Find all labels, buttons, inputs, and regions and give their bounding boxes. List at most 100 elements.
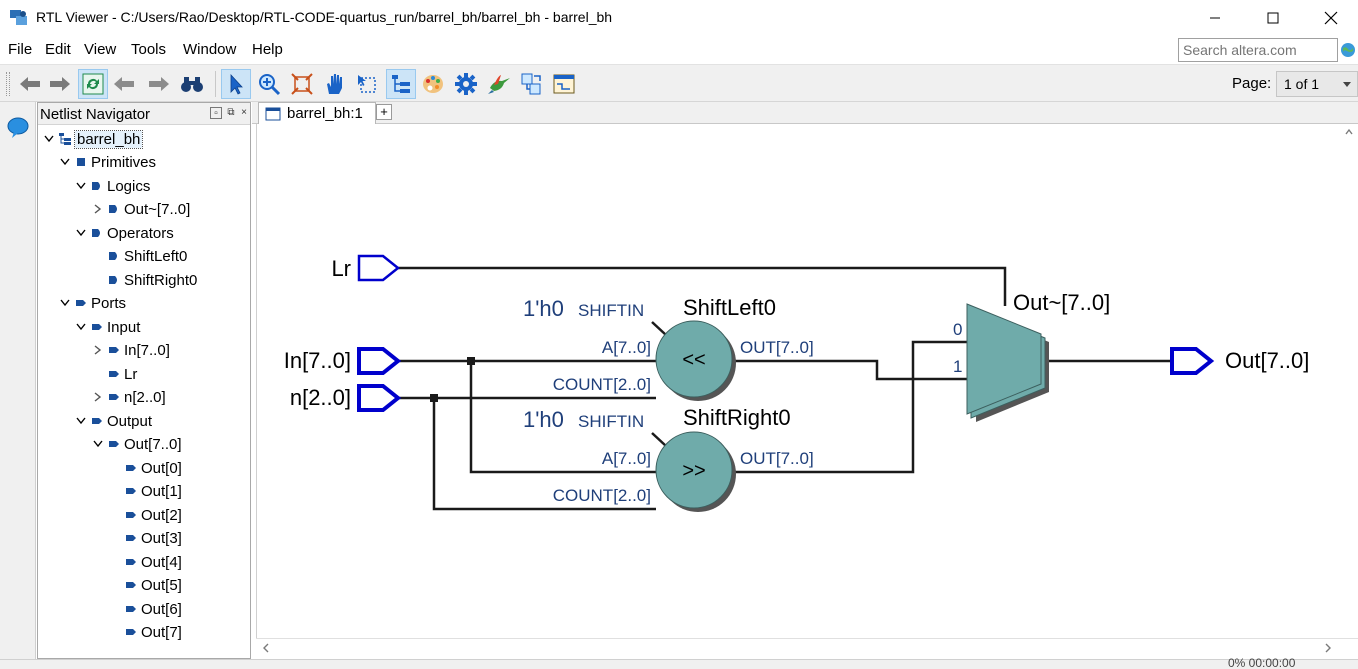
- menu-help[interactable]: Help: [252, 41, 283, 58]
- settings-button[interactable]: [451, 69, 481, 99]
- close-button[interactable]: [1308, 4, 1354, 32]
- scroll-left-icon[interactable]: [262, 643, 270, 653]
- refresh-button[interactable]: [78, 69, 108, 99]
- tree-item-ports[interactable]: Ports: [58, 292, 126, 314]
- schematic-canvas[interactable]: Lr In[7..0] n[2..0] << ShiftLeft0 1'h0 S…: [256, 124, 1340, 638]
- fit-in-window-button[interactable]: [287, 69, 317, 99]
- tree-item-label: ShiftLeft0: [124, 247, 188, 265]
- scroll-right-icon[interactable]: [1324, 643, 1332, 653]
- menu-tools[interactable]: Tools: [131, 41, 166, 58]
- chevron-down-icon[interactable]: [58, 296, 72, 310]
- search-input[interactable]: [1178, 38, 1338, 62]
- input-port-lr[interactable]: [357, 254, 401, 282]
- tree-item-shiftleft0[interactable]: ShiftLeft0: [91, 245, 187, 267]
- logic-icon: [90, 179, 104, 193]
- chevron-down-icon[interactable]: [58, 155, 72, 169]
- mux-block[interactable]: Out~[7..0] 0 1: [953, 290, 1110, 422]
- chevron-right-icon[interactable]: [91, 343, 105, 357]
- chevron-down-icon[interactable]: [74, 414, 88, 428]
- input-port-n[interactable]: [357, 384, 402, 412]
- shiftright-block[interactable]: >> ShiftRight0 1'h0 SHIFTIN A[7..0] COUN…: [523, 405, 814, 512]
- port-icon: [124, 578, 138, 592]
- output-port-out[interactable]: [1170, 347, 1215, 375]
- tree-item-shiftright0[interactable]: ShiftRight0: [91, 269, 197, 291]
- hierarchy-view-button[interactable]: [386, 69, 416, 99]
- maximize-icon: [1267, 12, 1279, 24]
- tree-item-out-bit[interactable]: Out[5]: [108, 574, 182, 596]
- mux-input-1-label: 1: [953, 357, 962, 376]
- tree-item-out-bit[interactable]: Out[4]: [108, 551, 182, 573]
- chevron-down-icon[interactable]: [42, 132, 56, 146]
- tree-item-logics[interactable]: Logics: [74, 175, 150, 197]
- add-tab-button[interactable]: +: [376, 104, 392, 120]
- find-button[interactable]: [177, 69, 207, 99]
- next-button[interactable]: [143, 69, 173, 99]
- globe-icon[interactable]: [1340, 42, 1356, 58]
- area-select-button[interactable]: [352, 69, 382, 99]
- panel-close-icon[interactable]: ×: [238, 107, 250, 119]
- hand-tool-button[interactable]: [320, 69, 350, 99]
- input-port-in[interactable]: [357, 347, 402, 375]
- horizontal-scrollbar[interactable]: [256, 638, 1358, 656]
- back-button[interactable]: [16, 69, 46, 99]
- menu-view[interactable]: View: [84, 41, 116, 58]
- tree-item-label: Out~[7..0]: [124, 200, 191, 218]
- maximize-button[interactable]: [1250, 4, 1296, 32]
- minimize-button[interactable]: [1192, 4, 1238, 32]
- select-tool-button[interactable]: [221, 69, 251, 99]
- chevron-right-icon[interactable]: [91, 390, 105, 404]
- wire-shiftin-right[interactable]: [651, 432, 667, 447]
- schematic-view-button[interactable]: [549, 69, 579, 99]
- scroll-up-icon[interactable]: [1345, 128, 1353, 136]
- tree-item-out-bit[interactable]: Out[3]: [108, 527, 182, 549]
- message-balloon-icon[interactable]: [6, 116, 30, 140]
- zoom-tool-button[interactable]: [254, 69, 284, 99]
- tree-item-input[interactable]: Input: [74, 316, 140, 338]
- netlist-export-button[interactable]: [517, 69, 547, 99]
- primitive-icon: [74, 155, 88, 169]
- toolbar: [0, 64, 1358, 102]
- menu-window[interactable]: Window: [183, 41, 236, 58]
- menu-file[interactable]: File: [8, 41, 32, 58]
- previous-button[interactable]: [110, 69, 140, 99]
- forward-button[interactable]: [44, 69, 74, 99]
- tree-item-primitives[interactable]: Primitives: [58, 151, 156, 173]
- wire-shiftleft-out[interactable]: [731, 359, 968, 381]
- tree-item-out-bit[interactable]: Out[7]: [108, 621, 182, 643]
- bird-tool-button[interactable]: [484, 69, 514, 99]
- pin-icon[interactable]: ▫: [210, 107, 222, 119]
- gear-icon: [455, 73, 477, 95]
- tree-item-out-bit[interactable]: Out[0]: [108, 457, 182, 479]
- tree-item-out-mux[interactable]: Out~[7..0]: [91, 198, 190, 220]
- chevron-right-icon[interactable]: [91, 202, 105, 216]
- mux-name: Out~[7..0]: [1013, 290, 1110, 315]
- port-icon: [124, 484, 138, 498]
- port-icon: [90, 414, 104, 428]
- chevron-down-icon[interactable]: [91, 437, 105, 451]
- menu-edit[interactable]: Edit: [45, 41, 71, 58]
- tree-item-out-bit[interactable]: Out[2]: [108, 504, 182, 526]
- page-select[interactable]: 1 of 1: [1276, 71, 1358, 97]
- tree-item-in[interactable]: In[7..0]: [91, 339, 170, 361]
- shiftleft-const: 1'h0: [523, 296, 564, 321]
- tree-item-barrel-bh[interactable]: barrel_bh: [42, 128, 144, 150]
- toolbar-grip[interactable]: [6, 72, 10, 96]
- colors-button[interactable]: [418, 69, 448, 99]
- tree-item-operators[interactable]: Operators: [74, 222, 174, 244]
- restore-icon[interactable]: ⧉: [225, 107, 237, 119]
- shiftleft-block[interactable]: << ShiftLeft0 1'h0 SHIFTIN A[7..0] COUNT…: [523, 295, 814, 401]
- chevron-down-icon[interactable]: [74, 226, 88, 240]
- tree-item-output[interactable]: Output: [74, 410, 152, 432]
- port-icon: [124, 461, 138, 475]
- tab-barrel-bh[interactable]: barrel_bh:1: [258, 102, 376, 124]
- tree-item-n[interactable]: n[2..0]: [91, 386, 166, 408]
- chevron-down-icon[interactable]: [74, 320, 88, 334]
- wire-shiftin-left[interactable]: [651, 321, 667, 336]
- tree-item-out-bit[interactable]: Out[1]: [108, 480, 182, 502]
- tree-item-out-bit[interactable]: Out[6]: [108, 598, 182, 620]
- chevron-down-icon[interactable]: [74, 179, 88, 193]
- vertical-scrollbar[interactable]: [1340, 124, 1358, 638]
- port-icon: [124, 531, 138, 545]
- tree-item-out-bus[interactable]: Out[7..0]: [91, 433, 182, 455]
- tree-item-lr[interactable]: Lr: [91, 363, 137, 385]
